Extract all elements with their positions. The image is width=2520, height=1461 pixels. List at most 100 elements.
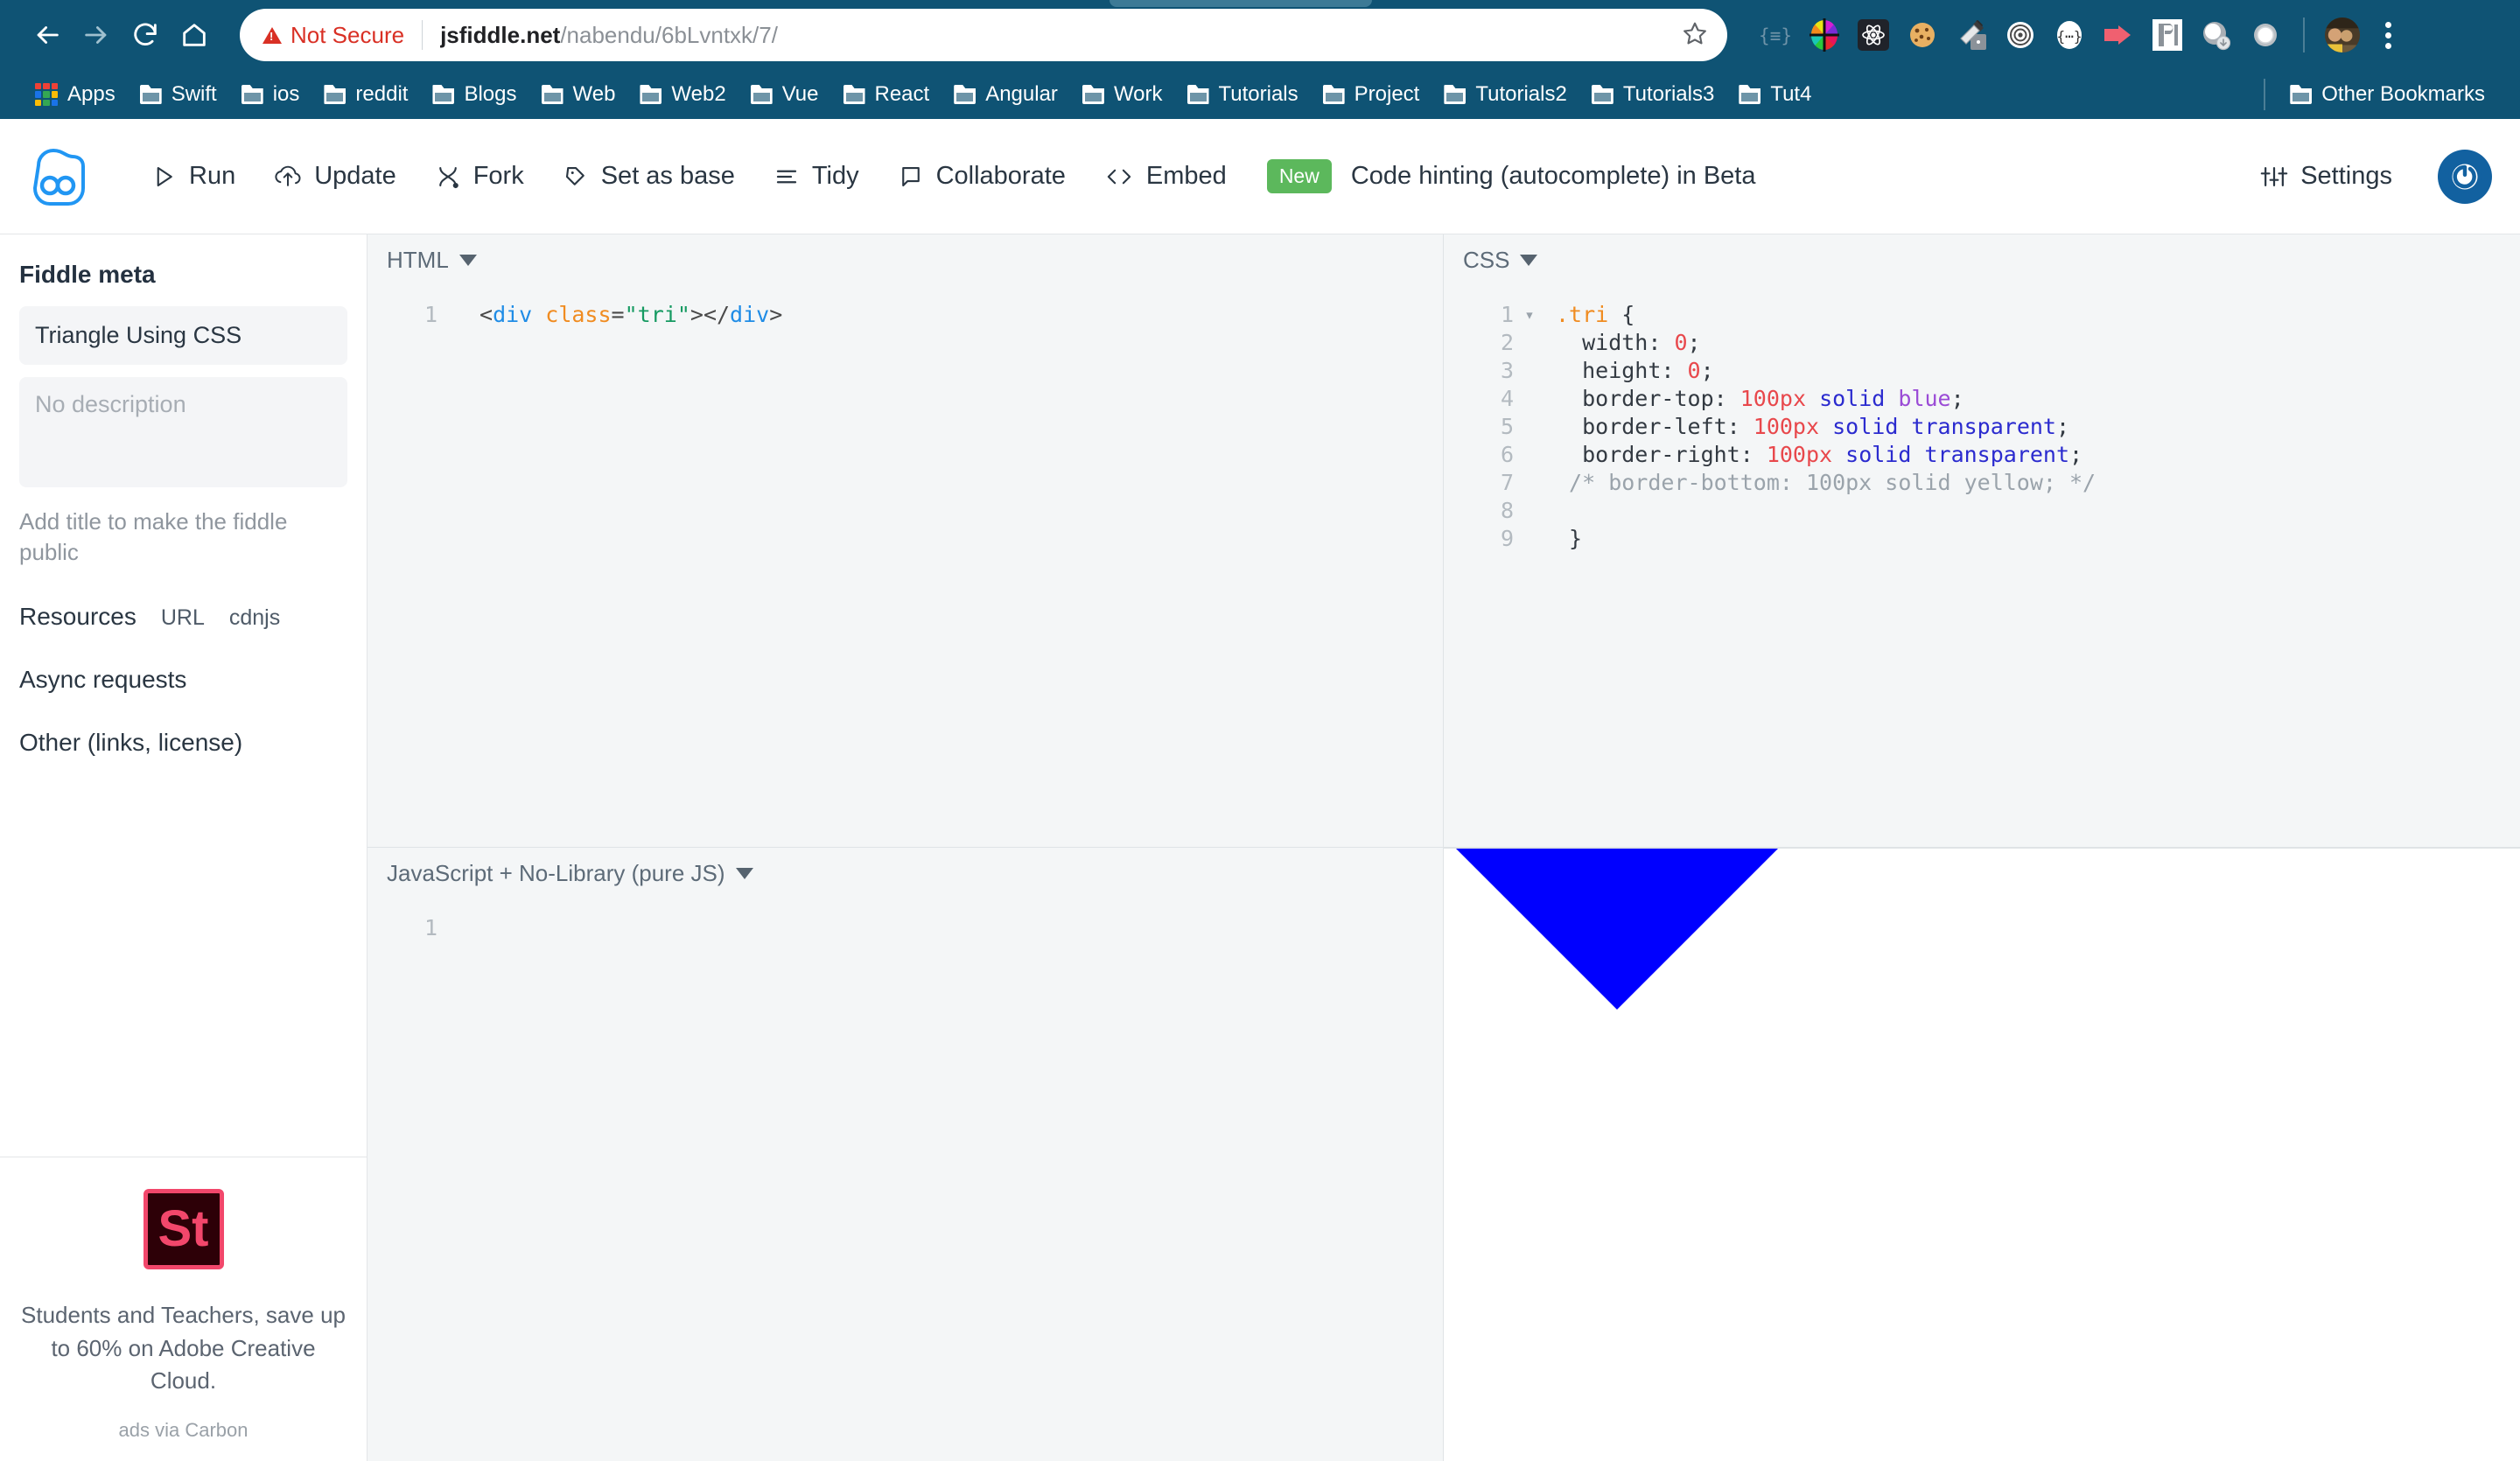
code-line: 5 border-left: 100px solid transparent; bbox=[1444, 413, 2520, 441]
chevron-down-icon[interactable] bbox=[1520, 254, 1538, 266]
code-text: <div class="tri"></div> bbox=[480, 302, 783, 327]
bookmark-tutorials3[interactable]: Tutorials3 bbox=[1579, 77, 1726, 112]
folder-icon bbox=[242, 85, 263, 104]
embed-label: Embed bbox=[1145, 162, 1227, 190]
html-panel-header[interactable]: HTML bbox=[368, 234, 1443, 285]
reload-button[interactable] bbox=[121, 10, 170, 59]
beta-message: Code hinting (autocomplete) in Beta bbox=[1350, 162, 1756, 190]
javascript-code-editor[interactable]: 1 bbox=[368, 898, 1443, 1461]
folder-icon bbox=[1444, 85, 1466, 104]
home-button[interactable] bbox=[170, 10, 219, 59]
folder-icon bbox=[324, 85, 346, 104]
json-formatter-icon[interactable]: {≡} bbox=[1757, 17, 1794, 53]
javascript-panel-header[interactable]: JavaScript + No-Library (pure JS) bbox=[368, 848, 1443, 898]
embed-button[interactable]: Embed bbox=[1085, 146, 1246, 207]
forward-button[interactable] bbox=[72, 10, 121, 59]
code-line: 3 height: 0; bbox=[1444, 357, 2520, 385]
not-secure-label: Not Secure bbox=[290, 21, 405, 48]
bookmark-project[interactable]: Project bbox=[1311, 77, 1432, 112]
folder-icon bbox=[1323, 85, 1345, 104]
bookmark-reddit[interactable]: reddit bbox=[312, 77, 420, 112]
result-triangle-shape bbox=[1456, 849, 1778, 1010]
react-devtools-icon[interactable] bbox=[1855, 17, 1892, 53]
bookmark-ios[interactable]: ios bbox=[229, 77, 312, 112]
chevron-down-icon[interactable] bbox=[458, 254, 477, 266]
bookmark-vue[interactable]: Vue bbox=[738, 77, 831, 112]
grammar-check-icon[interactable] bbox=[2247, 17, 2284, 53]
code-text: border-right: 100px solid transparent; bbox=[1556, 442, 2083, 467]
vue-devtools-icon[interactable] bbox=[2002, 17, 2039, 53]
chevron-down-icon[interactable] bbox=[735, 867, 753, 879]
resources-url-link[interactable]: URL bbox=[161, 605, 205, 631]
bookmark-tutorials2[interactable]: Tutorials2 bbox=[1432, 77, 1578, 112]
folder-icon bbox=[751, 85, 773, 104]
profile-avatar[interactable] bbox=[2324, 17, 2361, 53]
download-helper-icon[interactable] bbox=[2198, 17, 2235, 53]
code-line: 8 bbox=[1444, 497, 2520, 525]
curly-braces-icon[interactable]: {⋯} bbox=[2051, 17, 2088, 53]
code-line: 4 border-top: 100px solid blue; bbox=[1444, 385, 2520, 413]
bookmark-work[interactable]: Work bbox=[1070, 77, 1175, 112]
code-text: .tri { bbox=[1556, 302, 1635, 327]
css-code-editor[interactable]: 1 ▾ .tri {2 width: 0; 3 height: 0; 4 border-… bbox=[1444, 285, 2520, 847]
bookmark-tut4[interactable]: Tut4 bbox=[1726, 77, 1824, 112]
folder-icon bbox=[1739, 85, 1760, 104]
bookmark-tutorials[interactable]: Tutorials bbox=[1175, 77, 1311, 112]
code-fold-toggle[interactable]: ▾ bbox=[1514, 301, 1545, 329]
css-panel: CSS 1 ▾ .tri {2 width: 0; 3 height: 0; 4 bor… bbox=[1444, 234, 2520, 848]
ad-credit: ads via Carbon bbox=[118, 1419, 248, 1441]
set-as-base-label: Set as base bbox=[600, 162, 735, 190]
color-picker-icon[interactable] bbox=[1806, 17, 1843, 53]
bookmark-react[interactable]: React bbox=[831, 77, 942, 112]
back-button[interactable] bbox=[23, 10, 72, 59]
result-preview-panel bbox=[1444, 848, 2520, 1461]
fiddle-title-input[interactable] bbox=[19, 306, 347, 365]
chrome-menu-icon[interactable] bbox=[2373, 21, 2403, 49]
set-as-base-button[interactable]: Set as base bbox=[543, 146, 754, 207]
jsfiddle-logo-icon[interactable] bbox=[24, 144, 93, 209]
bookmark-label: Vue bbox=[781, 82, 819, 106]
tidy-label: Tidy bbox=[811, 162, 859, 190]
bookmark-web[interactable]: Web bbox=[529, 77, 628, 112]
resources-cdnjs-link[interactable]: cdnjs bbox=[229, 605, 280, 631]
settings-button[interactable]: Settings bbox=[2241, 146, 2412, 207]
bookmark-other-bookmarks[interactable]: Other Bookmarks bbox=[2278, 77, 2497, 112]
code-text: border-left: 100px solid transparent; bbox=[1556, 414, 2070, 439]
bookmark-star-icon[interactable] bbox=[1670, 20, 1708, 51]
bookmark-web2[interactable]: Web2 bbox=[627, 77, 738, 112]
tidy-button[interactable]: Tidy bbox=[754, 146, 878, 207]
update-button[interactable]: Update bbox=[255, 146, 416, 207]
code-line: 2 width: 0; bbox=[1444, 329, 2520, 357]
html-code-editor[interactable]: 1 <div class="tri"></div> bbox=[368, 285, 1443, 847]
bookmark-blogs[interactable]: Blogs bbox=[420, 77, 528, 112]
bitwarden-icon[interactable] bbox=[2149, 17, 2186, 53]
html-panel: HTML 1 <div class="tri"></div> bbox=[368, 234, 1444, 848]
bookmark-angular[interactable]: Angular bbox=[942, 77, 1070, 112]
javascript-panel: JavaScript + No-Library (pure JS) 1 bbox=[368, 848, 1444, 1461]
async-requests-link[interactable]: Async requests bbox=[19, 666, 347, 694]
folder-icon bbox=[542, 85, 564, 104]
run-button[interactable]: Run bbox=[131, 146, 255, 207]
bookmark-swift[interactable]: Swift bbox=[128, 77, 229, 112]
other-links-license-link[interactable]: Other (links, license) bbox=[19, 729, 347, 757]
bookmark-label: Blogs bbox=[464, 82, 517, 106]
eyedropper-icon[interactable] bbox=[1953, 17, 1990, 53]
resources-label[interactable]: Resources bbox=[19, 603, 136, 631]
bookmark-label: ios bbox=[272, 82, 300, 106]
address-bar[interactable]: Not Secure jsfiddle.net/nabendu/6bLvntxk… bbox=[240, 9, 1727, 61]
code-text: height: 0; bbox=[1556, 358, 1714, 383]
fork-button[interactable]: Fork bbox=[416, 146, 543, 207]
workspace: Fiddle meta Add title to make the fiddle… bbox=[0, 234, 2520, 1461]
video-speed-icon[interactable] bbox=[2100, 17, 2137, 53]
fiddle-description-input[interactable] bbox=[19, 377, 347, 487]
account-power-button[interactable] bbox=[2438, 149, 2492, 204]
cookie-editor-icon[interactable] bbox=[1904, 17, 1941, 53]
css-panel-header[interactable]: CSS bbox=[1444, 234, 2520, 285]
bookmark-label: Tutorials3 bbox=[1622, 82, 1715, 106]
bookmark-apps[interactable]: Apps bbox=[23, 77, 128, 112]
folder-icon bbox=[140, 85, 162, 104]
fiddle-meta-sidebar: Fiddle meta Add title to make the fiddle… bbox=[0, 234, 368, 1461]
carbon-ad[interactable]: St Students and Teachers, save up to 60%… bbox=[0, 1157, 367, 1461]
collaborate-button[interactable]: Collaborate bbox=[878, 146, 1085, 207]
bookmark-label: Swift bbox=[171, 82, 217, 106]
